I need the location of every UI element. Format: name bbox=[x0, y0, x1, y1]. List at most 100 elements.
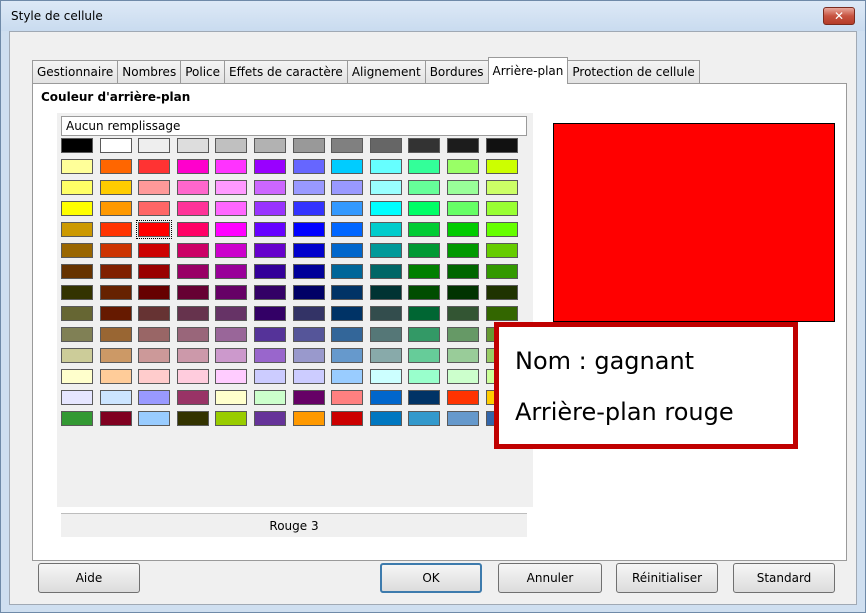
color-swatch[interactable] bbox=[292, 411, 325, 426]
color-swatch[interactable] bbox=[61, 285, 93, 300]
color-swatch[interactable] bbox=[408, 285, 441, 300]
color-swatch[interactable] bbox=[447, 159, 479, 174]
color-swatch[interactable] bbox=[447, 390, 479, 405]
color-swatch[interactable] bbox=[254, 222, 286, 237]
color-swatch[interactable] bbox=[408, 264, 441, 279]
color-swatch[interactable] bbox=[485, 180, 518, 195]
color-swatch[interactable] bbox=[408, 327, 441, 342]
color-swatch[interactable] bbox=[292, 201, 325, 216]
color-swatch[interactable] bbox=[61, 222, 93, 237]
color-swatch[interactable] bbox=[331, 348, 364, 363]
color-swatch[interactable] bbox=[176, 222, 209, 237]
color-swatch[interactable] bbox=[408, 138, 441, 153]
color-swatch[interactable] bbox=[138, 390, 171, 405]
color-swatch[interactable] bbox=[408, 180, 441, 195]
color-swatch[interactable] bbox=[176, 369, 209, 384]
color-swatch[interactable] bbox=[254, 348, 286, 363]
color-swatch[interactable] bbox=[408, 306, 441, 321]
color-swatch[interactable] bbox=[331, 306, 364, 321]
color-swatch[interactable] bbox=[369, 264, 402, 279]
color-swatch[interactable] bbox=[331, 327, 364, 342]
color-swatch[interactable] bbox=[331, 201, 364, 216]
color-swatch[interactable] bbox=[61, 348, 93, 363]
title-bar[interactable]: Style de cellule ✕ bbox=[1, 1, 865, 31]
color-swatch[interactable] bbox=[99, 390, 132, 405]
color-swatch[interactable] bbox=[292, 306, 325, 321]
color-swatch[interactable] bbox=[408, 369, 441, 384]
color-swatch[interactable] bbox=[447, 306, 479, 321]
color-swatch[interactable] bbox=[176, 159, 209, 174]
color-swatch[interactable] bbox=[61, 369, 93, 384]
color-swatch[interactable] bbox=[176, 411, 209, 426]
color-swatch[interactable] bbox=[369, 348, 402, 363]
color-swatch[interactable] bbox=[99, 306, 132, 321]
color-swatch[interactable] bbox=[408, 222, 441, 237]
color-swatch[interactable] bbox=[331, 369, 364, 384]
color-swatch[interactable] bbox=[99, 138, 132, 153]
standard-button[interactable]: Standard bbox=[733, 563, 835, 593]
color-swatch[interactable] bbox=[99, 411, 132, 426]
color-swatch[interactable] bbox=[61, 201, 93, 216]
color-swatch[interactable] bbox=[408, 159, 441, 174]
color-swatch[interactable] bbox=[254, 138, 286, 153]
color-swatch[interactable] bbox=[254, 411, 286, 426]
color-swatch[interactable] bbox=[292, 390, 325, 405]
color-swatch[interactable] bbox=[215, 369, 248, 384]
color-swatch[interactable] bbox=[254, 369, 286, 384]
color-swatch[interactable] bbox=[369, 180, 402, 195]
color-swatch[interactable] bbox=[254, 306, 286, 321]
color-swatch[interactable] bbox=[331, 390, 364, 405]
color-swatch[interactable] bbox=[61, 243, 93, 258]
color-swatch[interactable] bbox=[138, 306, 171, 321]
color-swatch[interactable] bbox=[485, 138, 518, 153]
color-swatch[interactable] bbox=[447, 180, 479, 195]
color-swatch[interactable] bbox=[292, 348, 325, 363]
color-swatch[interactable] bbox=[176, 348, 209, 363]
color-swatch[interactable] bbox=[447, 243, 479, 258]
color-swatch[interactable] bbox=[138, 264, 171, 279]
color-swatch[interactable] bbox=[99, 201, 132, 216]
color-swatch[interactable] bbox=[485, 306, 518, 321]
color-swatch[interactable] bbox=[176, 285, 209, 300]
color-swatch[interactable] bbox=[176, 264, 209, 279]
color-swatch[interactable] bbox=[331, 222, 364, 237]
color-swatch[interactable] bbox=[485, 264, 518, 279]
cancel-button[interactable]: Annuler bbox=[498, 563, 602, 593]
color-swatch[interactable] bbox=[176, 390, 209, 405]
color-swatch[interactable] bbox=[369, 369, 402, 384]
color-swatch[interactable] bbox=[254, 390, 286, 405]
color-swatch[interactable] bbox=[254, 159, 286, 174]
color-swatch[interactable] bbox=[369, 411, 402, 426]
color-swatch[interactable] bbox=[408, 201, 441, 216]
color-swatch[interactable] bbox=[292, 222, 325, 237]
tab-police[interactable]: Police bbox=[180, 60, 226, 84]
color-swatch[interactable] bbox=[138, 201, 171, 216]
color-swatch[interactable] bbox=[485, 243, 518, 258]
color-swatch[interactable] bbox=[99, 264, 132, 279]
color-swatch[interactable] bbox=[331, 285, 364, 300]
ok-button[interactable]: OK bbox=[380, 563, 482, 593]
color-swatch[interactable] bbox=[485, 222, 518, 237]
color-swatch[interactable] bbox=[215, 243, 248, 258]
color-swatch[interactable] bbox=[215, 327, 248, 342]
color-swatch[interactable] bbox=[254, 285, 286, 300]
color-swatch[interactable] bbox=[61, 264, 93, 279]
color-swatch[interactable] bbox=[369, 243, 402, 258]
color-swatch[interactable] bbox=[408, 411, 441, 426]
color-swatch[interactable] bbox=[138, 180, 171, 195]
tab-protection-de-cellule[interactable]: Protection de cellule bbox=[567, 60, 700, 84]
color-swatch[interactable] bbox=[331, 180, 364, 195]
color-swatch[interactable] bbox=[61, 327, 93, 342]
color-swatch[interactable] bbox=[176, 201, 209, 216]
color-swatch[interactable] bbox=[447, 138, 479, 153]
color-swatch[interactable] bbox=[215, 411, 248, 426]
color-swatch[interactable] bbox=[369, 201, 402, 216]
color-swatch[interactable] bbox=[215, 201, 248, 216]
color-swatch[interactable] bbox=[61, 411, 93, 426]
color-swatch[interactable] bbox=[215, 159, 248, 174]
color-swatch[interactable] bbox=[369, 306, 402, 321]
color-swatch[interactable] bbox=[447, 264, 479, 279]
color-swatch[interactable] bbox=[254, 327, 286, 342]
color-swatch[interactable] bbox=[254, 243, 286, 258]
color-swatch[interactable] bbox=[138, 411, 171, 426]
